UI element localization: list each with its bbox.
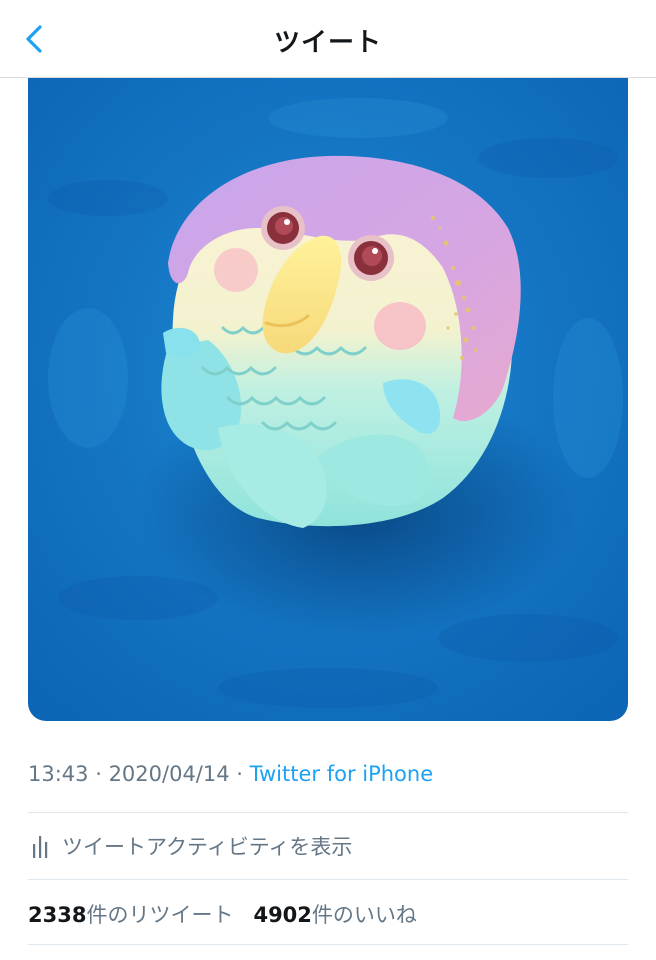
tweet-stats: 2338件のリツイート 4902件のいいね bbox=[28, 899, 417, 929]
navigation-bar: ツイート bbox=[0, 0, 656, 78]
tweet-metadata: 13:43 · 2020/04/14 · Twitter for iPhone bbox=[28, 762, 433, 786]
likes-count: 4902 bbox=[253, 903, 312, 927]
page-title: ツイート bbox=[273, 28, 382, 58]
tweet-activity-label: ツイートアクティビティを表示 bbox=[62, 835, 353, 859]
divider bbox=[28, 812, 628, 813]
tweet-activity-button[interactable]: ツイートアクティビティを表示 bbox=[28, 826, 628, 862]
meta-separator: · bbox=[88, 762, 109, 786]
likes-stat[interactable]: 4902件のいいね bbox=[253, 903, 416, 927]
bar-chart-icon bbox=[33, 836, 48, 858]
retweets-label: 件のリツイート bbox=[86, 903, 234, 927]
owl-wagashi-photo bbox=[28, 78, 628, 721]
tweet-source-link[interactable]: Twitter for iPhone bbox=[250, 762, 434, 786]
divider bbox=[28, 944, 628, 945]
tweet-time: 13:43 bbox=[28, 762, 89, 786]
meta-separator: · bbox=[229, 762, 250, 786]
retweets-stat[interactable]: 2338件のリツイート bbox=[28, 903, 233, 927]
retweets-count: 2338 bbox=[28, 903, 87, 927]
divider bbox=[28, 879, 628, 880]
tweet-image[interactable] bbox=[28, 78, 628, 721]
likes-label: 件のいいね bbox=[311, 903, 417, 927]
tweet-date: 2020/04/14 bbox=[108, 762, 230, 786]
